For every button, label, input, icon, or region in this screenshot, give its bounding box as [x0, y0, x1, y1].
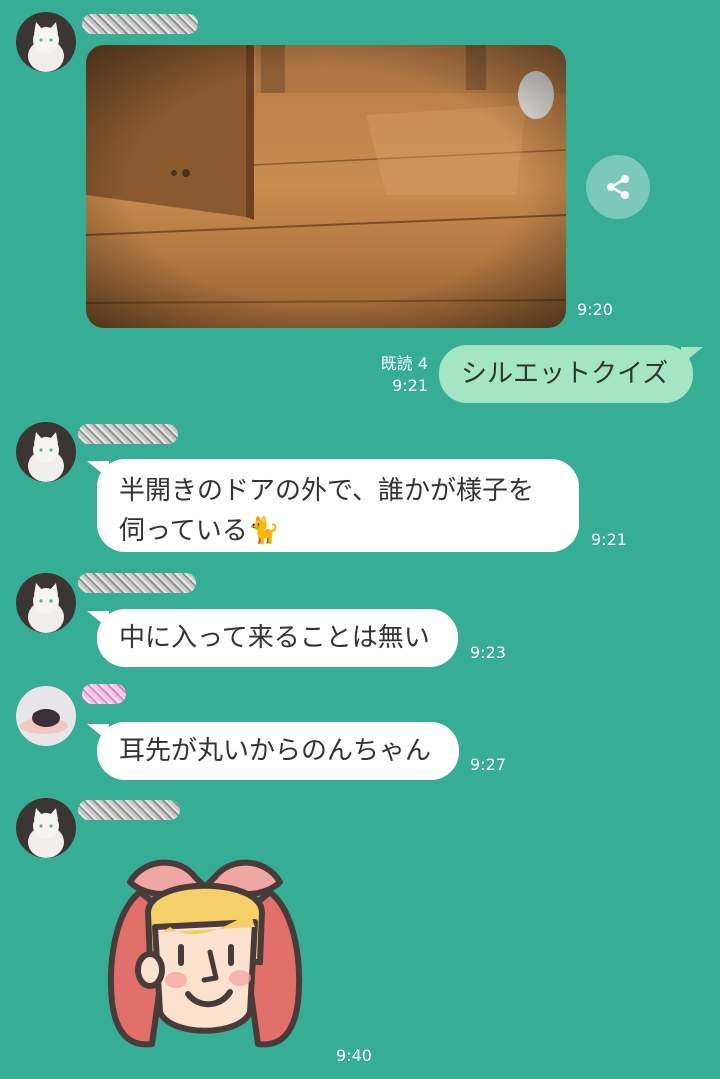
sender-avatar-cat[interactable]	[16, 422, 76, 482]
sender-name-blurred	[78, 573, 196, 593]
sender-avatar-hamster[interactable]	[16, 686, 76, 746]
read-count-label: 既読 4	[380, 354, 428, 373]
message-text: シルエットクイズ	[461, 359, 669, 389]
message-text: 耳先が丸いからのんちゃん	[119, 736, 432, 766]
message-time: 9:21	[591, 530, 627, 549]
cat-emoji: 🐈	[247, 516, 281, 546]
sender-name-blurred	[78, 424, 178, 444]
sticker-character[interactable]	[100, 852, 310, 1052]
share-button[interactable]	[586, 155, 650, 219]
message-bubble[interactable]: 中に入って来ることは無い	[87, 609, 458, 667]
message-time: 9:40	[336, 1046, 372, 1065]
message-time: 9:21	[392, 376, 428, 395]
message-time: 9:27	[470, 755, 506, 774]
share-icon	[607, 175, 629, 199]
message-text-line2: 伺っている	[119, 516, 248, 546]
sender-avatar-cat[interactable]	[16, 573, 76, 633]
shared-photo[interactable]	[86, 45, 566, 328]
sender-name-blurred	[78, 800, 180, 820]
sender-avatar-cat[interactable]	[16, 798, 76, 858]
message-bubble[interactable]: 半開きのドアの外で、誰かが様子を 伺っている🐈	[87, 459, 579, 552]
message-text-line1: 半開きのドアの外で、誰かが様子を	[119, 476, 534, 506]
own-message-bubble[interactable]: シルエットクイズ	[439, 345, 703, 403]
sender-avatar-cat[interactable]	[16, 12, 76, 72]
message-time: 9:20	[577, 300, 613, 319]
sender-name-blurred	[82, 14, 198, 34]
message-text: 中に入って来ることは無い	[119, 623, 430, 653]
read-receipt: 既読 4 9:21	[360, 353, 428, 397]
message-bubble[interactable]: 耳先が丸いからのんちゃん	[87, 722, 459, 780]
message-time: 9:23	[470, 643, 506, 662]
sender-name-blurred	[82, 684, 126, 704]
